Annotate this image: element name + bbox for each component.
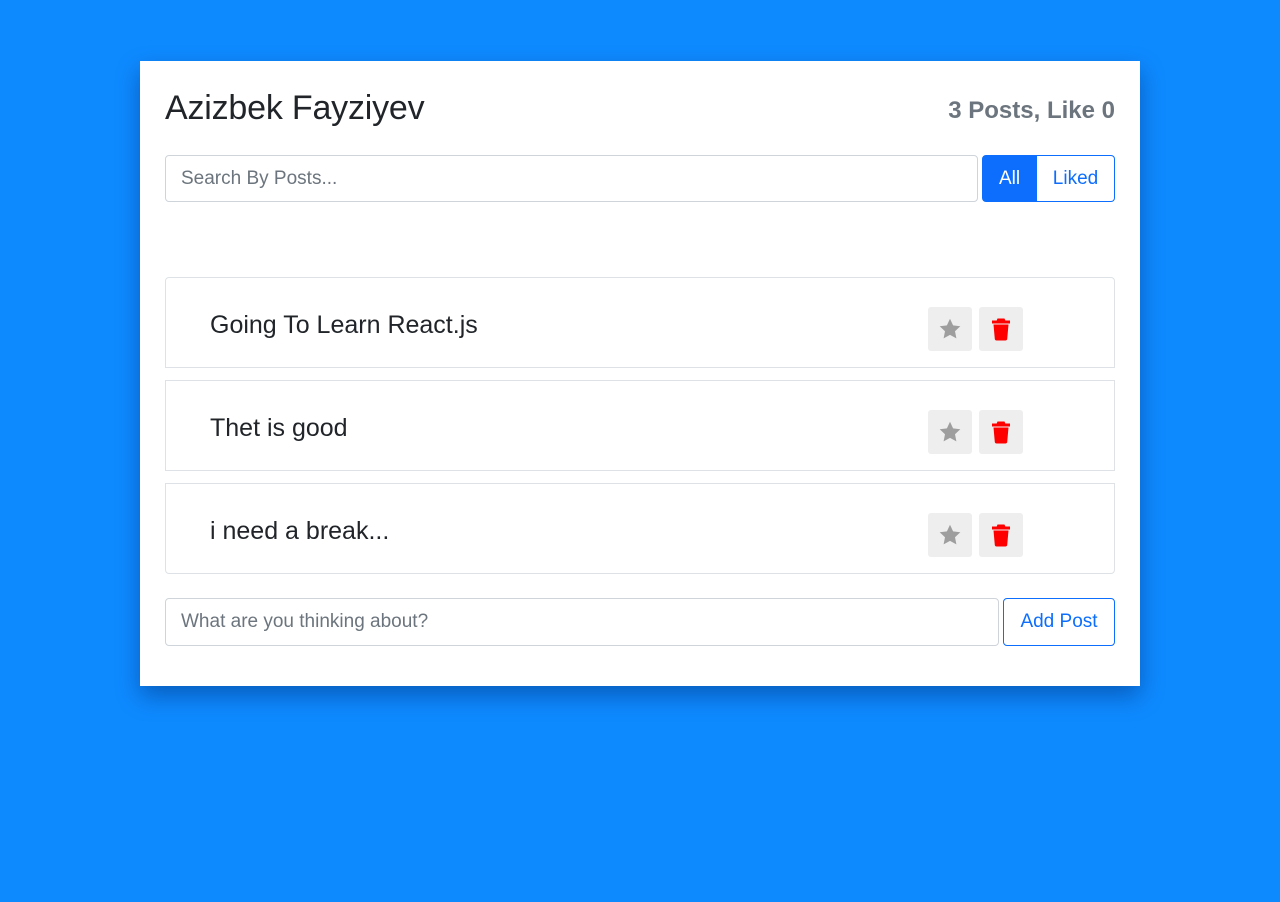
add-post-button[interactable]: Add Post [1003,598,1115,646]
post-text[interactable]: Going To Learn React.js [210,310,478,340]
list-item: i need a break... [165,483,1115,574]
add-post-form: Add Post [165,598,1115,646]
star-icon [939,421,961,442]
app-card: Azizbek Fayziyev 3 Posts, Like 0 All Lik… [140,61,1140,686]
filter-button-group: All Liked [982,155,1115,202]
trash-icon [992,318,1010,341]
delete-button[interactable] [979,410,1023,454]
star-icon [939,318,961,339]
post-text[interactable]: Thet is good [210,413,348,443]
search-input[interactable] [165,155,978,202]
app-header: Azizbek Fayziyev 3 Posts, Like 0 [165,89,1115,129]
list-item: Thet is good [165,380,1115,471]
filter-liked-button[interactable]: Liked [1037,155,1115,202]
post-text[interactable]: i need a break... [210,516,389,546]
post-stats: 3 Posts, Like 0 [948,97,1115,124]
trash-icon [992,421,1010,444]
list-item: Going To Learn React.js [165,277,1115,368]
filter-all-button[interactable]: All [982,155,1037,202]
page-title: Azizbek Fayziyev [165,89,425,127]
new-post-input[interactable] [165,598,999,646]
delete-button[interactable] [979,307,1023,351]
like-button[interactable] [928,513,972,557]
like-button[interactable] [928,307,972,351]
like-button[interactable] [928,410,972,454]
star-icon [939,524,961,545]
trash-icon [992,524,1010,547]
search-panel: All Liked [165,155,1115,202]
delete-button[interactable] [979,513,1023,557]
